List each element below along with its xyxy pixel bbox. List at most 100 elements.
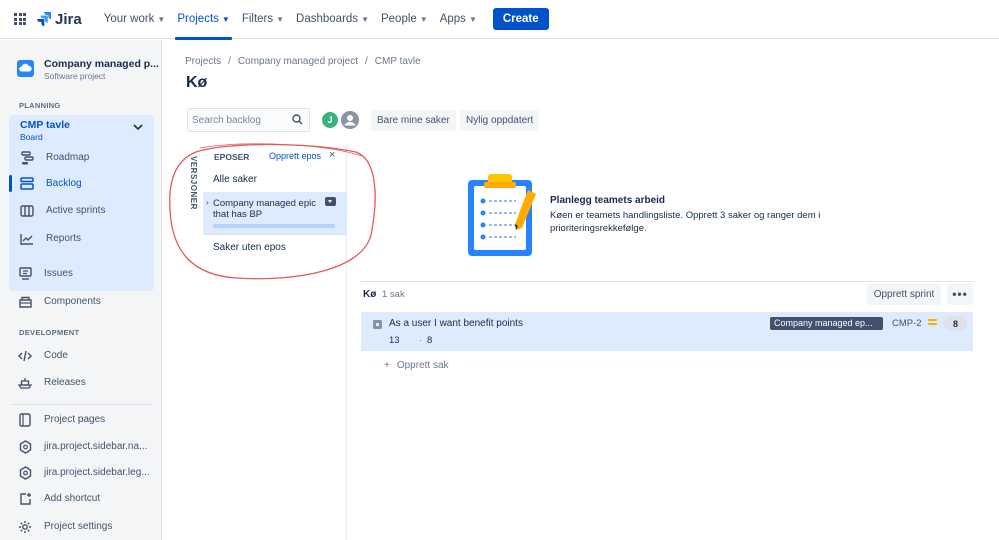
nav-dashboards[interactable]: Dashboards ▼ — [290, 0, 375, 39]
epic-item[interactable]: › Company managed epic that has BP — [203, 192, 347, 234]
chevron-down-icon: ▼ — [157, 14, 166, 24]
empty-state-title: Planlegg teamets arbeid — [550, 195, 666, 206]
epic-filter-all[interactable]: Alle saker — [213, 174, 257, 185]
search-icon — [292, 114, 303, 125]
sidebar-item-label: Project settings — [44, 521, 113, 532]
backlog-section-title: Kø — [363, 289, 377, 300]
empty-state-description: Køen er teamets handlingsliste. Opprett … — [550, 210, 821, 234]
epic-filter-none[interactable]: Saker uten epos — [213, 242, 286, 253]
sidebar-item-extension-1[interactable]: jira.project.sidebar.na... — [8, 434, 150, 459]
sidebar-item-code[interactable]: Code — [8, 343, 150, 368]
section-divider — [361, 281, 973, 282]
sidebar-item-issues[interactable]: Issues — [8, 261, 150, 286]
sidebar-item-label: Releases — [44, 377, 86, 388]
page-title: Kø — [186, 74, 208, 91]
story-points-badge[interactable]: 8 — [944, 316, 967, 331]
search-backlog-input[interactable]: Search backlog — [187, 108, 310, 132]
nav-label: Apps — [439, 13, 466, 25]
versions-tab-label: VERSJONER — [189, 156, 198, 210]
sidebar-item-project-pages[interactable]: Project pages — [8, 407, 150, 432]
sidebar-item-label: Reports — [46, 233, 82, 244]
chevron-right-icon[interactable]: › — [206, 198, 209, 207]
versions-tab[interactable]: VERSJONER — [186, 144, 204, 264]
jira-logo-icon — [37, 12, 51, 27]
nav-your-work[interactable]: Your work ▼ — [98, 0, 172, 39]
sidebar-item-add-shortcut[interactable]: Add shortcut — [8, 486, 150, 511]
breadcrumb-board[interactable]: CMP tavle — [375, 56, 421, 67]
create-epic-link[interactable]: Opprett epos — [269, 151, 321, 161]
table-row[interactable]: As a user I want benefit points 13 · 8 C… — [361, 312, 973, 351]
unassigned-avatar-icon[interactable] — [339, 109, 361, 131]
sidebar-item-label: Project pages — [44, 414, 106, 425]
hexagon-icon — [17, 439, 33, 455]
issues-icon — [17, 266, 33, 282]
hexagon-icon — [17, 465, 33, 481]
epic-progress-bar — [213, 224, 335, 228]
chevron-down-icon: ▼ — [361, 14, 369, 24]
board-columns-icon — [19, 203, 35, 219]
components-icon — [17, 294, 33, 310]
create-issue-label: Opprett sak — [396, 360, 449, 371]
clipboard-illustration-icon — [468, 174, 536, 256]
chevron-down-icon[interactable] — [133, 123, 143, 134]
board-name: CMP tavle — [20, 119, 70, 131]
nav-apps[interactable]: Apps ▼ — [434, 0, 483, 39]
issue-field-value: 8 — [427, 335, 433, 346]
sidebar-item-label: Components — [44, 296, 101, 307]
search-placeholder: Search backlog — [192, 114, 261, 126]
filter-recently-updated[interactable]: Nylig oppdatert — [460, 110, 540, 131]
sidebar-item-releases[interactable]: Releases — [8, 370, 150, 395]
create-sprint-button[interactable]: Opprett sprint — [867, 283, 941, 305]
sidebar-item-label: Roadmap — [46, 152, 90, 163]
filter-only-my-issues[interactable]: Bare mine saker — [371, 110, 456, 131]
nav-label: Dashboards — [296, 13, 359, 25]
logo-text: Jira — [55, 10, 82, 28]
epic-panel: VERSJONER EPOSER Opprett epos × Alle sak… — [186, 144, 347, 540]
app-switcher-icon[interactable] — [14, 13, 26, 25]
more-actions-button[interactable]: ••• — [947, 283, 973, 305]
project-type: Software project — [44, 71, 106, 81]
nav-label: Your work — [103, 13, 155, 25]
epic-name: Company managed epic that has BP — [213, 198, 316, 220]
issue-field-value: 13 — [389, 335, 400, 346]
chevron-down-icon: ▼ — [221, 14, 230, 24]
chevron-down-icon: ▼ — [468, 14, 477, 24]
sidebar-item-label: jira.project.sidebar.na... — [44, 441, 148, 452]
create-issue-button[interactable]: + Opprett sak — [384, 360, 449, 371]
sidebar-item-reports[interactable]: Reports — [10, 226, 152, 251]
backlog-icon — [19, 176, 35, 192]
code-icon — [17, 348, 33, 364]
nav-projects[interactable]: Projects ▼ — [171, 0, 235, 40]
priority-medium-icon — [928, 319, 937, 326]
epics-header: EPOSER — [214, 152, 250, 162]
sidebar-item-label: jira.project.sidebar.leg... — [44, 467, 150, 478]
issue-type-icon — [373, 320, 382, 329]
breadcrumb-project[interactable]: Company managed project — [238, 56, 358, 67]
reports-chart-icon — [19, 231, 35, 247]
nav-label: People — [380, 13, 417, 25]
breadcrumb-separator: / — [228, 56, 231, 67]
avatar[interactable]: J — [320, 110, 340, 130]
project-header[interactable]: Company managed p... Software project — [17, 58, 159, 81]
close-icon[interactable]: × — [329, 149, 335, 161]
epic-lozenge[interactable]: Company managed ep... — [770, 317, 883, 330]
issue-key[interactable]: CMP-2 — [892, 318, 922, 329]
section-development: DEVELOPMENT — [19, 328, 80, 337]
sidebar-item-roadmap[interactable]: Roadmap — [10, 145, 152, 170]
sidebar-item-backlog[interactable]: Backlog — [9, 171, 152, 196]
sidebar-item-extension-2[interactable]: jira.project.sidebar.leg... — [8, 460, 150, 485]
sidebar-item-components[interactable]: Components — [8, 289, 150, 314]
nav-people[interactable]: People ▼ — [375, 0, 434, 39]
epic-dropdown-icon[interactable] — [325, 197, 336, 206]
nav-filters[interactable]: Filters ▼ — [236, 0, 290, 39]
project-sidebar: Company managed p... Software project PL… — [0, 40, 162, 540]
breadcrumb-projects[interactable]: Projects — [185, 56, 221, 67]
epic-divider — [204, 234, 347, 235]
board-selector[interactable]: CMP tavle Board — [20, 119, 70, 142]
add-shortcut-icon — [17, 491, 33, 507]
board-type: Board — [20, 132, 43, 142]
sidebar-item-active-sprints[interactable]: Active sprints — [10, 198, 152, 223]
create-button[interactable]: Create — [492, 8, 549, 30]
sidebar-item-project-settings[interactable]: Project settings — [8, 514, 150, 539]
jira-logo[interactable]: Jira — [36, 11, 82, 28]
